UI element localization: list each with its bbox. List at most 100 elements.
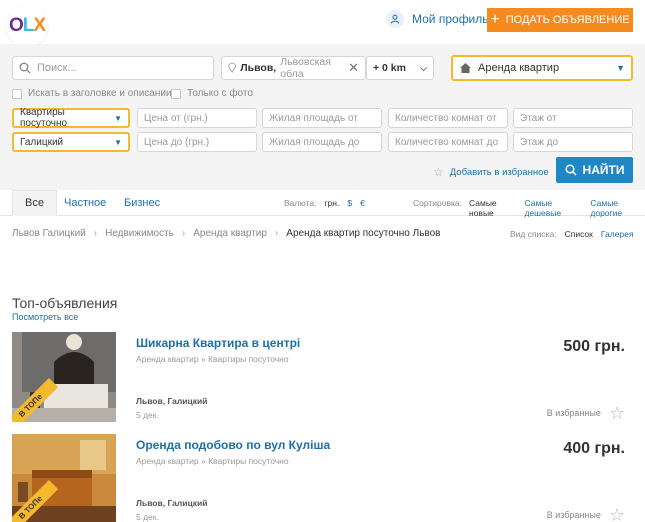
- floor-to-input[interactable]: Этаж до: [513, 132, 633, 152]
- area-from-input[interactable]: Жилая площадь от: [262, 108, 382, 128]
- radius-select[interactable]: + 0 km ⌵: [366, 56, 434, 80]
- listing-location: Львов, Галицкий: [136, 396, 208, 406]
- tab-private[interactable]: Частное: [64, 190, 106, 216]
- listing-date: 5 дек.: [136, 512, 159, 522]
- tab-business-label: Бизнес: [124, 197, 161, 209]
- save-search-label: Добавить в избранное: [449, 166, 549, 178]
- rooms-to-input[interactable]: Количество комнат до: [388, 132, 508, 152]
- favorite-label: В избранные: [546, 510, 601, 520]
- radius-value: + 0 km: [373, 62, 406, 74]
- listing-price: 400 грн.: [563, 440, 625, 457]
- save-search-link[interactable]: ☆ Добавить в избранное: [433, 165, 549, 179]
- dropdown-arrow-icon: ▼: [114, 113, 122, 123]
- currency-switch: Валюта: грн. $ €: [284, 198, 365, 208]
- olx-logo[interactable]: OLX: [6, 5, 48, 47]
- post-ad-label: ПОДАТЬ ОБЪЯВЛЕНИЕ: [505, 14, 630, 26]
- breadcrumb-item[interactable]: Львов Галицкий: [12, 228, 86, 239]
- price-from-input[interactable]: Цена от (грн.): [137, 108, 257, 128]
- star-icon[interactable]: ☆: [609, 506, 625, 522]
- see-all-link[interactable]: Посмотреть все: [12, 312, 78, 322]
- star-icon[interactable]: ☆: [609, 404, 625, 422]
- category-select[interactable]: Аренда квартир ▼: [451, 55, 633, 81]
- rooms-from-input[interactable]: Количество комнат от: [388, 108, 508, 128]
- tab-all-label: Все: [25, 197, 44, 209]
- listing-title[interactable]: Оренда подобово по вул Куліша: [136, 438, 330, 452]
- price-to-input[interactable]: Цена до (грн.): [137, 132, 257, 152]
- floor-to-placeholder: Этаж до: [520, 136, 559, 148]
- listing-photo[interactable]: В ТОПе: [12, 434, 116, 522]
- district-select[interactable]: Галицкий ▼: [12, 132, 130, 152]
- floor-from-input[interactable]: Этаж от: [513, 108, 633, 128]
- dropdown-arrow-icon: ▼: [616, 63, 625, 73]
- checkbox-box[interactable]: [171, 88, 181, 99]
- listing-date: 5 дек.: [136, 410, 159, 420]
- dropdown-arrow-icon: ▼: [114, 137, 122, 147]
- only-title-label: Искать в заголовке и описании: [28, 88, 172, 99]
- subcategory-select[interactable]: Квартиры посуточно ▼: [12, 107, 130, 129]
- breadcrumb-item[interactable]: Аренда квартир: [193, 228, 267, 239]
- view-gallery[interactable]: Галерея: [601, 229, 634, 239]
- checkbox-box[interactable]: [12, 88, 22, 99]
- add-to-favorites[interactable]: В избранные ☆: [547, 506, 625, 522]
- search-input[interactable]: Поиск...: [12, 56, 214, 80]
- user-icon: [386, 10, 404, 28]
- view-list[interactable]: Список: [565, 229, 593, 239]
- header: OLX Мой профиль + ПОДАТЬ ОБЪЯВЛЕНИЕ: [0, 0, 645, 47]
- tab-all[interactable]: Все: [12, 190, 57, 216]
- post-ad-button[interactable]: + ПОДАТЬ ОБЪЯВЛЕНИЕ: [487, 8, 633, 32]
- profile-link[interactable]: Мой профиль: [386, 10, 489, 28]
- listing-location: Львов, Галицкий: [136, 498, 208, 508]
- price-to-placeholder: Цена до (грн.): [144, 136, 210, 148]
- area-from-placeholder: Жилая площадь от: [269, 112, 358, 124]
- tab-business[interactable]: Бизнес: [124, 190, 160, 216]
- search-panel: Поиск... Львов, Львовская обла ✕ + 0 km …: [0, 44, 645, 190]
- find-button[interactable]: НАЙТИ: [556, 157, 633, 183]
- subcategory-value: Квартиры посуточно: [20, 107, 68, 129]
- chevron-right-icon: ›: [274, 228, 279, 239]
- favorite-label: В избранные: [546, 408, 601, 418]
- only-title-checkbox[interactable]: Искать в заголовке и описании: [12, 88, 172, 99]
- currency-eur[interactable]: €: [360, 198, 365, 208]
- listing-photo[interactable]: В ТОПе: [12, 332, 116, 422]
- listing-title[interactable]: Шикарна Квартира в центрі: [136, 336, 300, 350]
- add-to-favorites[interactable]: В избранные ☆: [547, 404, 625, 422]
- listing-card[interactable]: В ТОПе Шикарна Квартира в центрі Аренда …: [12, 332, 633, 422]
- sort-label: Сортировка:: [413, 198, 463, 208]
- star-icon: ☆: [433, 165, 444, 179]
- currency-uah[interactable]: грн.: [324, 198, 339, 208]
- search-icon: [564, 164, 577, 176]
- map-pin-icon: [228, 62, 236, 73]
- location-region: Львовская обла: [280, 56, 331, 80]
- chevron-right-icon: ›: [181, 228, 186, 239]
- sort-expensive[interactable]: Самые дорогие: [590, 198, 645, 218]
- listing-price: 500 грн.: [563, 338, 625, 355]
- sort-cheapest[interactable]: Самые дешевые: [524, 198, 583, 218]
- only-photo-label: Только с фото: [187, 88, 253, 99]
- area-to-input[interactable]: Жилая площадь до: [262, 132, 382, 152]
- currency-usd[interactable]: $: [347, 198, 352, 208]
- house-icon: [460, 63, 471, 73]
- listing-card[interactable]: В ТОПе Оренда подобово по вул Куліша Аре…: [12, 434, 633, 522]
- category-value: Аренда квартир: [478, 62, 560, 74]
- rooms-to-placeholder: Количество комнат до: [395, 136, 499, 148]
- area-to-placeholder: Жилая площадь до: [269, 136, 360, 148]
- location-city: Львов,: [240, 62, 277, 74]
- floor-from-placeholder: Этаж от: [520, 112, 557, 124]
- clear-icon[interactable]: ✕: [348, 60, 359, 76]
- find-label: НАЙТИ: [582, 163, 625, 177]
- breadcrumb-item[interactable]: Недвижимость: [105, 228, 174, 239]
- only-photo-checkbox[interactable]: Только с фото: [171, 88, 253, 99]
- listing-category: Аренда квартир » Квартиры посуточно: [136, 456, 289, 466]
- location-input[interactable]: Львов, Львовская обла ✕: [221, 56, 366, 80]
- top-ads-title: Топ-объявления: [12, 295, 118, 311]
- breadcrumb-current: Аренда квартир посуточно Львов: [286, 228, 441, 239]
- chevron-down-icon: ⌵: [420, 62, 427, 73]
- rooms-from-placeholder: Количество комнат от: [395, 112, 497, 124]
- view-switch: Вид списка: Список Галерея: [510, 229, 633, 239]
- search-placeholder: Поиск...: [37, 62, 77, 74]
- search-icon: [19, 62, 31, 74]
- breadcrumb: Львов Галицкий › Недвижимость › Аренда к…: [12, 228, 440, 239]
- tab-private-label: Частное: [64, 197, 107, 209]
- sort-newest[interactable]: Самые новые: [469, 198, 517, 218]
- sort-switch: Сортировка: Самые новые Самые дешевые Са…: [413, 198, 645, 218]
